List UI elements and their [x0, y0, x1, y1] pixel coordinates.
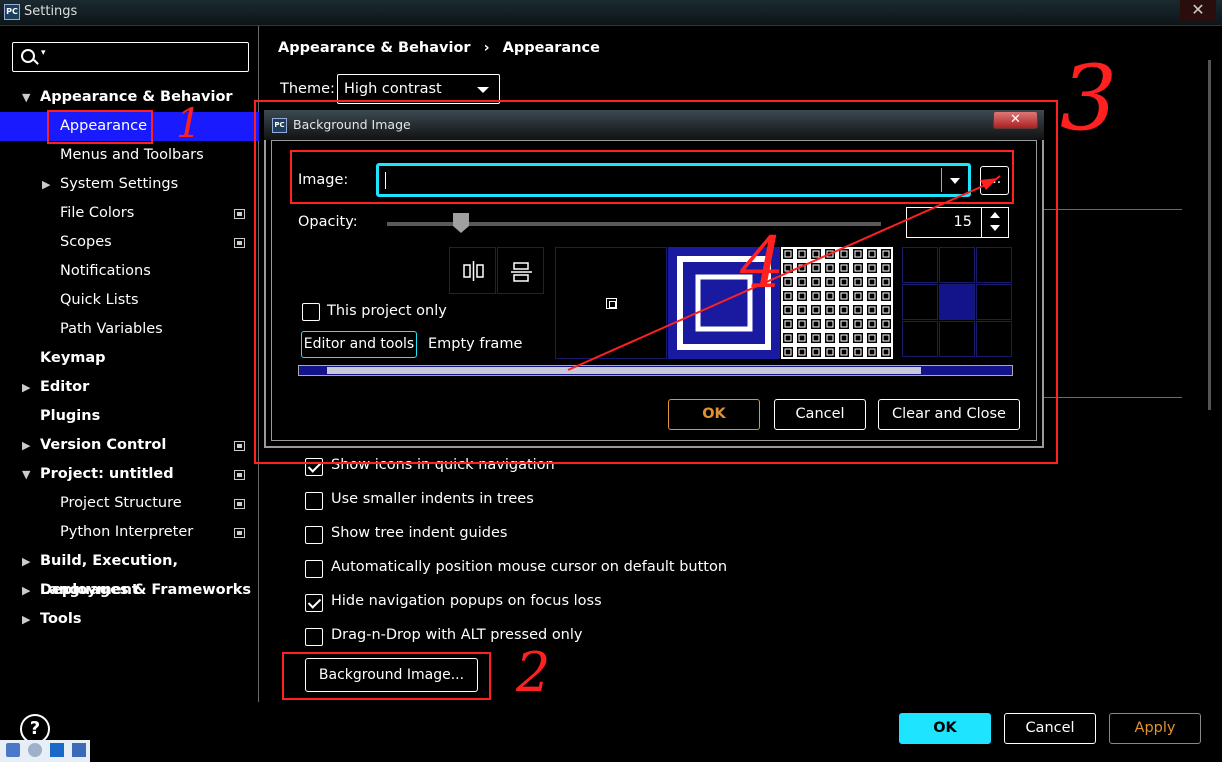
- annotation-number-1: 1: [176, 101, 202, 147]
- annotation-number-2: 2: [516, 641, 551, 704]
- annotation-number-3: 3: [1060, 46, 1118, 151]
- annotation-number-4: 4: [740, 222, 785, 304]
